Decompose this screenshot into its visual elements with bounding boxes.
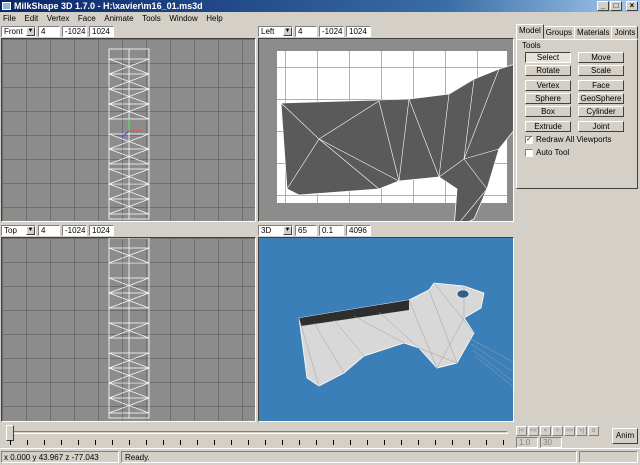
auto-tool-label: Auto Tool [536, 148, 570, 157]
rotate-button[interactable]: Rotate [525, 65, 571, 76]
box-button[interactable]: Box [525, 106, 571, 117]
front-viewport-toolbar: Front ▼ 4 -1024 1024 [1, 25, 114, 37]
menu-file[interactable]: File [0, 13, 19, 25]
face-button[interactable]: Face [578, 80, 624, 91]
timeline-thumb[interactable] [6, 425, 14, 441]
tab-groups[interactable]: Groups [542, 26, 576, 39]
left-far-field[interactable]: 1024 [346, 25, 371, 37]
status-message: Ready. [121, 451, 577, 463]
panel-tabs: Model Groups Materials Joints [516, 24, 639, 39]
timeline-track[interactable] [6, 431, 508, 434]
front-near-field[interactable]: -1024 [62, 25, 87, 37]
3d-view-value: 3D [261, 225, 272, 235]
top-far-field[interactable]: 1024 [89, 224, 114, 236]
chevron-down-icon: ▼ [26, 26, 35, 36]
top-near-field[interactable]: -1024 [62, 224, 87, 236]
menu-window[interactable]: Window [166, 13, 200, 25]
first-frame-button[interactable]: |< [516, 426, 527, 436]
minimize-button[interactable]: _ [597, 1, 609, 11]
extrude-button[interactable]: Extrude [525, 121, 571, 132]
menu-edit[interactable]: Edit [21, 13, 41, 25]
front-far-field[interactable]: 1024 [89, 25, 114, 37]
top-viewport-toolbar: Top ▼ 4 -1024 1024 [1, 224, 114, 236]
front-wireframe [108, 48, 150, 220]
move-button[interactable]: Move [578, 52, 624, 63]
3d-far-field[interactable]: 4096 [346, 224, 371, 236]
left-wireframe [280, 64, 513, 221]
animation-timeline [0, 424, 512, 448]
tab-materials[interactable]: Materials [574, 26, 613, 39]
left-near-field[interactable]: -1024 [319, 25, 344, 37]
redraw-all-viewports-checkbox[interactable]: ✓ Redraw All Viewports [525, 135, 611, 144]
timeline-ticks [10, 440, 506, 445]
top-wireframe [108, 238, 150, 419]
front-view-value: Front [4, 26, 23, 36]
tools-label: Tools [522, 41, 541, 50]
top-view-select[interactable]: Top ▼ [1, 224, 36, 236]
front-view-select[interactable]: Front ▼ [1, 25, 36, 37]
menu-help[interactable]: Help [203, 13, 225, 25]
left-viewport-toolbar: Left ▼ 4 -1024 1024 [258, 25, 371, 37]
checkbox-empty-icon [525, 148, 533, 157]
coordinates-readout: x 0.000 y 43.967 z -77.043 [1, 451, 119, 463]
top-viewport[interactable] [1, 237, 256, 422]
model-tab-page: Tools Select Move Rotate Scale Vertex Fa… [516, 39, 638, 189]
tab-joints[interactable]: Joints [611, 26, 639, 39]
vertex-button[interactable]: Vertex [525, 80, 571, 91]
3d-viewport-toolbar: 3D ▼ 65 0.1 4096 [258, 224, 371, 236]
joint-button[interactable]: Joint [578, 121, 624, 132]
3d-model-render [298, 282, 513, 387]
chevron-down-icon: ▼ [283, 26, 292, 36]
next-frame-button[interactable]: > [552, 426, 563, 436]
anim-toggle-button[interactable]: Anim [612, 428, 638, 444]
chevron-down-icon: ▼ [26, 225, 35, 235]
redraw-all-viewports-label: Redraw All Viewports [536, 135, 612, 144]
3d-viewport[interactable] [258, 237, 514, 422]
status-extra [579, 451, 638, 463]
geosphere-button[interactable]: GeoSphere [578, 93, 624, 104]
top-view-value: Top [4, 225, 17, 235]
play-button[interactable]: o [588, 426, 599, 436]
3d-fov-field[interactable]: 65 [295, 224, 317, 236]
left-view-value: Left [261, 26, 275, 36]
window-title: MilkShape 3D 1.7.0 - H:\xavier\m16_01.ms… [14, 1, 203, 11]
checkbox-checked-icon: ✓ [525, 135, 533, 144]
maximize-button[interactable]: □ [610, 1, 622, 11]
tab-model[interactable]: Model [516, 24, 544, 39]
menu-face[interactable]: Face [75, 13, 99, 25]
cylinder-button[interactable]: Cylinder [578, 106, 624, 117]
left-viewport[interactable] [258, 38, 514, 222]
menu-animate[interactable]: Animate [101, 13, 136, 25]
scale-button[interactable]: Scale [578, 65, 624, 76]
left-view-select[interactable]: Left ▼ [258, 25, 293, 37]
sphere-button[interactable]: Sphere [525, 93, 571, 104]
auto-tool-checkbox[interactable]: Auto Tool [525, 148, 569, 157]
rewind-button[interactable]: << [528, 426, 539, 436]
select-button[interactable]: Select [525, 52, 571, 63]
app-icon [2, 2, 11, 10]
fast-forward-button[interactable]: >> [564, 426, 575, 436]
frame-start-field[interactable]: 1.0 [516, 437, 538, 448]
menu-vertex[interactable]: Vertex [44, 13, 73, 25]
menu-tools[interactable]: Tools [139, 13, 164, 25]
tool-panel: Model Groups Materials Joints Tools Sele… [516, 24, 640, 424]
chevron-down-icon: ▼ [283, 225, 292, 235]
top-zoom-field[interactable]: 4 [38, 224, 60, 236]
status-bar: x 0.000 y 43.967 z -77.043 Ready. [0, 448, 640, 465]
front-viewport[interactable] [1, 38, 256, 222]
close-button[interactable]: × [626, 1, 638, 11]
left-zoom-field[interactable]: 4 [295, 25, 317, 37]
animation-controls: |< << < > >> >| o 1.0 30 Anim [516, 424, 640, 448]
last-frame-button[interactable]: >| [576, 426, 587, 436]
prev-frame-button[interactable]: < [540, 426, 551, 436]
front-zoom-field[interactable]: 4 [38, 25, 60, 37]
menu-bar: File Edit Vertex Face Animate Tools Wind… [0, 12, 640, 24]
3d-near-field[interactable]: 0.1 [319, 224, 344, 236]
frame-end-field[interactable]: 30 [540, 437, 562, 448]
title-bar: MilkShape 3D 1.7.0 - H:\xavier\m16_01.ms… [0, 0, 640, 12]
3d-view-select[interactable]: 3D ▼ [258, 224, 293, 236]
